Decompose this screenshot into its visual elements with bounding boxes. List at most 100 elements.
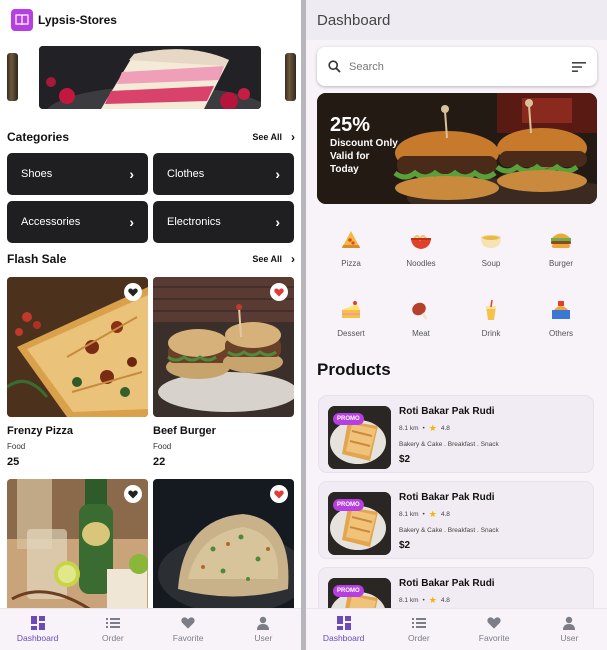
products-title: Products <box>317 360 391 379</box>
product-name: Roti Bakar Pak Rudi <box>399 492 495 503</box>
store-screen: Lypsis-Stores Categories See All › Shoes… <box>0 0 301 650</box>
product-info: Roti Bakar Pak Rudi 8.1 km • ★ 4.8 Bakery … <box>399 406 499 465</box>
nav-user[interactable]: User <box>532 609 607 650</box>
drink-image <box>7 479 148 619</box>
search-input[interactable]: Search <box>349 61 572 73</box>
nav-order[interactable]: Order <box>381 609 456 650</box>
food-category-pizza[interactable]: Pizza <box>321 228 381 268</box>
favorite-toggle[interactable] <box>270 283 288 301</box>
star-icon: ★ <box>428 423 437 433</box>
product-price: $2 <box>399 454 411 465</box>
food-category-label: Meat <box>412 329 430 338</box>
category-label: Accessories <box>21 216 81 228</box>
product-info: Roti Bakar Pak Rudi 8.1 km • ★ 4.8 <box>399 578 495 606</box>
favorite-toggle[interactable] <box>124 485 142 503</box>
nav-label: Dashboard <box>322 633 365 643</box>
chevron-right-icon: › <box>275 166 280 182</box>
favorite-toggle[interactable] <box>124 283 142 301</box>
list-icon <box>105 618 120 628</box>
search-bar[interactable]: Search <box>317 47 597 86</box>
product-card-burger[interactable]: Beef Burger Food 22 <box>153 277 294 468</box>
banner-line: Discount Only <box>330 138 398 149</box>
product-rating: 4.8 <box>440 425 450 432</box>
nav-dashboard[interactable]: Dashboard <box>0 609 75 650</box>
category-label: Shoes <box>21 168 53 180</box>
product-price: 25 <box>7 456 20 468</box>
product-list-item[interactable]: PROMO Roti Bakar Pak Rudi 8.1 km • ★ 4.8 B… <box>318 481 594 559</box>
see-all-label: See All <box>252 254 282 264</box>
food-category-dessert[interactable]: Dessert <box>321 298 381 338</box>
promo-badge: PROMO <box>333 413 364 425</box>
product-distance: 8.1 km <box>399 597 419 604</box>
food-category-burger[interactable]: Burger <box>531 228 591 268</box>
nav-order[interactable]: Order <box>75 609 150 650</box>
dot-separator: • <box>422 425 425 432</box>
nav-user[interactable]: User <box>226 609 301 650</box>
noodles-icon <box>411 235 431 249</box>
flash-sale-title: Flash Sale <box>7 252 67 266</box>
filter-icon <box>572 61 586 72</box>
food-category-label: Noodles <box>406 259 436 268</box>
product-distance: 8.1 km <box>399 425 419 432</box>
product-card-pizza[interactable]: Frenzy Pizza Food 25 <box>7 277 148 468</box>
flash-sale-see-all-link[interactable]: See All › <box>252 252 295 266</box>
category-label: Electronics <box>167 216 221 228</box>
promo-banner[interactable]: 25% Discount Only Valid for Today <box>317 93 597 204</box>
heart-icon <box>274 490 284 498</box>
drink-icon <box>486 299 496 320</box>
flash-sale-header: Flash Sale See All › <box>7 249 295 269</box>
category-clothes-button[interactable]: Clothes › <box>153 153 294 195</box>
banner-discount: 25% <box>330 114 371 136</box>
toast-image: PROMO <box>328 406 391 469</box>
nav-label: Favorite <box>478 633 510 643</box>
nav-dashboard[interactable]: Dashboard <box>306 609 381 650</box>
category-electronics-button[interactable]: Electronics › <box>153 201 294 243</box>
nav-favorite[interactable]: Favorite <box>457 609 532 650</box>
product-tags: Bakery & Cake . Breakfast . Snack <box>399 441 499 448</box>
carousel-prev-slide[interactable] <box>7 53 18 101</box>
food-category-label: Drink <box>481 329 501 338</box>
dashboard-icon <box>30 616 45 630</box>
burger-image <box>153 277 294 417</box>
product-meta: 8.1 km • ★ 4.8 <box>399 423 499 434</box>
nav-favorite[interactable]: Favorite <box>151 609 226 650</box>
see-all-label: See All <box>252 132 282 142</box>
food-category-label: Soup <box>481 259 501 268</box>
food-category-others[interactable]: Others <box>531 298 591 338</box>
meat-icon <box>412 302 428 320</box>
person-icon <box>563 616 576 630</box>
burger-icon <box>551 233 571 248</box>
bottom-navigation: Dashboard Order Favorite User <box>306 608 607 650</box>
chevron-right-icon: › <box>291 252 295 266</box>
product-info: Roti Bakar Pak Rudi 8.1 km • ★ 4.8 Bakery … <box>399 492 499 551</box>
bottom-navigation: Dashboard Order Favorite User <box>0 608 301 650</box>
food-category-drink[interactable]: Drink <box>461 298 521 338</box>
carousel-next-slide[interactable] <box>285 53 296 101</box>
carousel-slide-cake[interactable] <box>39 46 261 109</box>
heart-icon <box>128 490 138 498</box>
food-category-soup[interactable]: Soup <box>461 228 521 268</box>
app-title: Lypsis-Stores <box>38 13 117 27</box>
nav-label: User <box>560 633 579 643</box>
product-name: Beef Burger <box>153 425 216 437</box>
product-rating: 4.8 <box>440 511 450 518</box>
chevron-right-icon: › <box>129 166 134 182</box>
rice-image <box>153 479 294 619</box>
food-dashboard-screen: Dashboard Search 25% Discount Only Valid… <box>306 0 607 650</box>
category-accessories-button[interactable]: Accessories › <box>7 201 148 243</box>
categories-header: Categories See All › <box>7 127 295 147</box>
food-category-meat[interactable]: Meat <box>391 298 451 338</box>
product-name: Frenzy Pizza <box>7 425 74 437</box>
categories-see-all-link[interactable]: See All › <box>252 130 295 144</box>
product-list-item[interactable]: PROMO Roti Bakar Pak Rudi 8.1 km • ★ 4.8 B… <box>318 395 594 473</box>
product-card-drink[interactable] <box>7 479 148 619</box>
chevron-right-icon: › <box>291 130 295 144</box>
category-shoes-button[interactable]: Shoes › <box>7 153 148 195</box>
dashboard-icon <box>336 616 351 630</box>
product-card-rice[interactable] <box>153 479 294 619</box>
product-price: $2 <box>399 540 411 551</box>
nav-label: Dashboard <box>16 633 59 643</box>
product-meta: 8.1 km • ★ 4.8 <box>399 509 499 520</box>
food-category-noodles[interactable]: Noodles <box>391 228 451 268</box>
favorite-toggle[interactable] <box>270 485 288 503</box>
